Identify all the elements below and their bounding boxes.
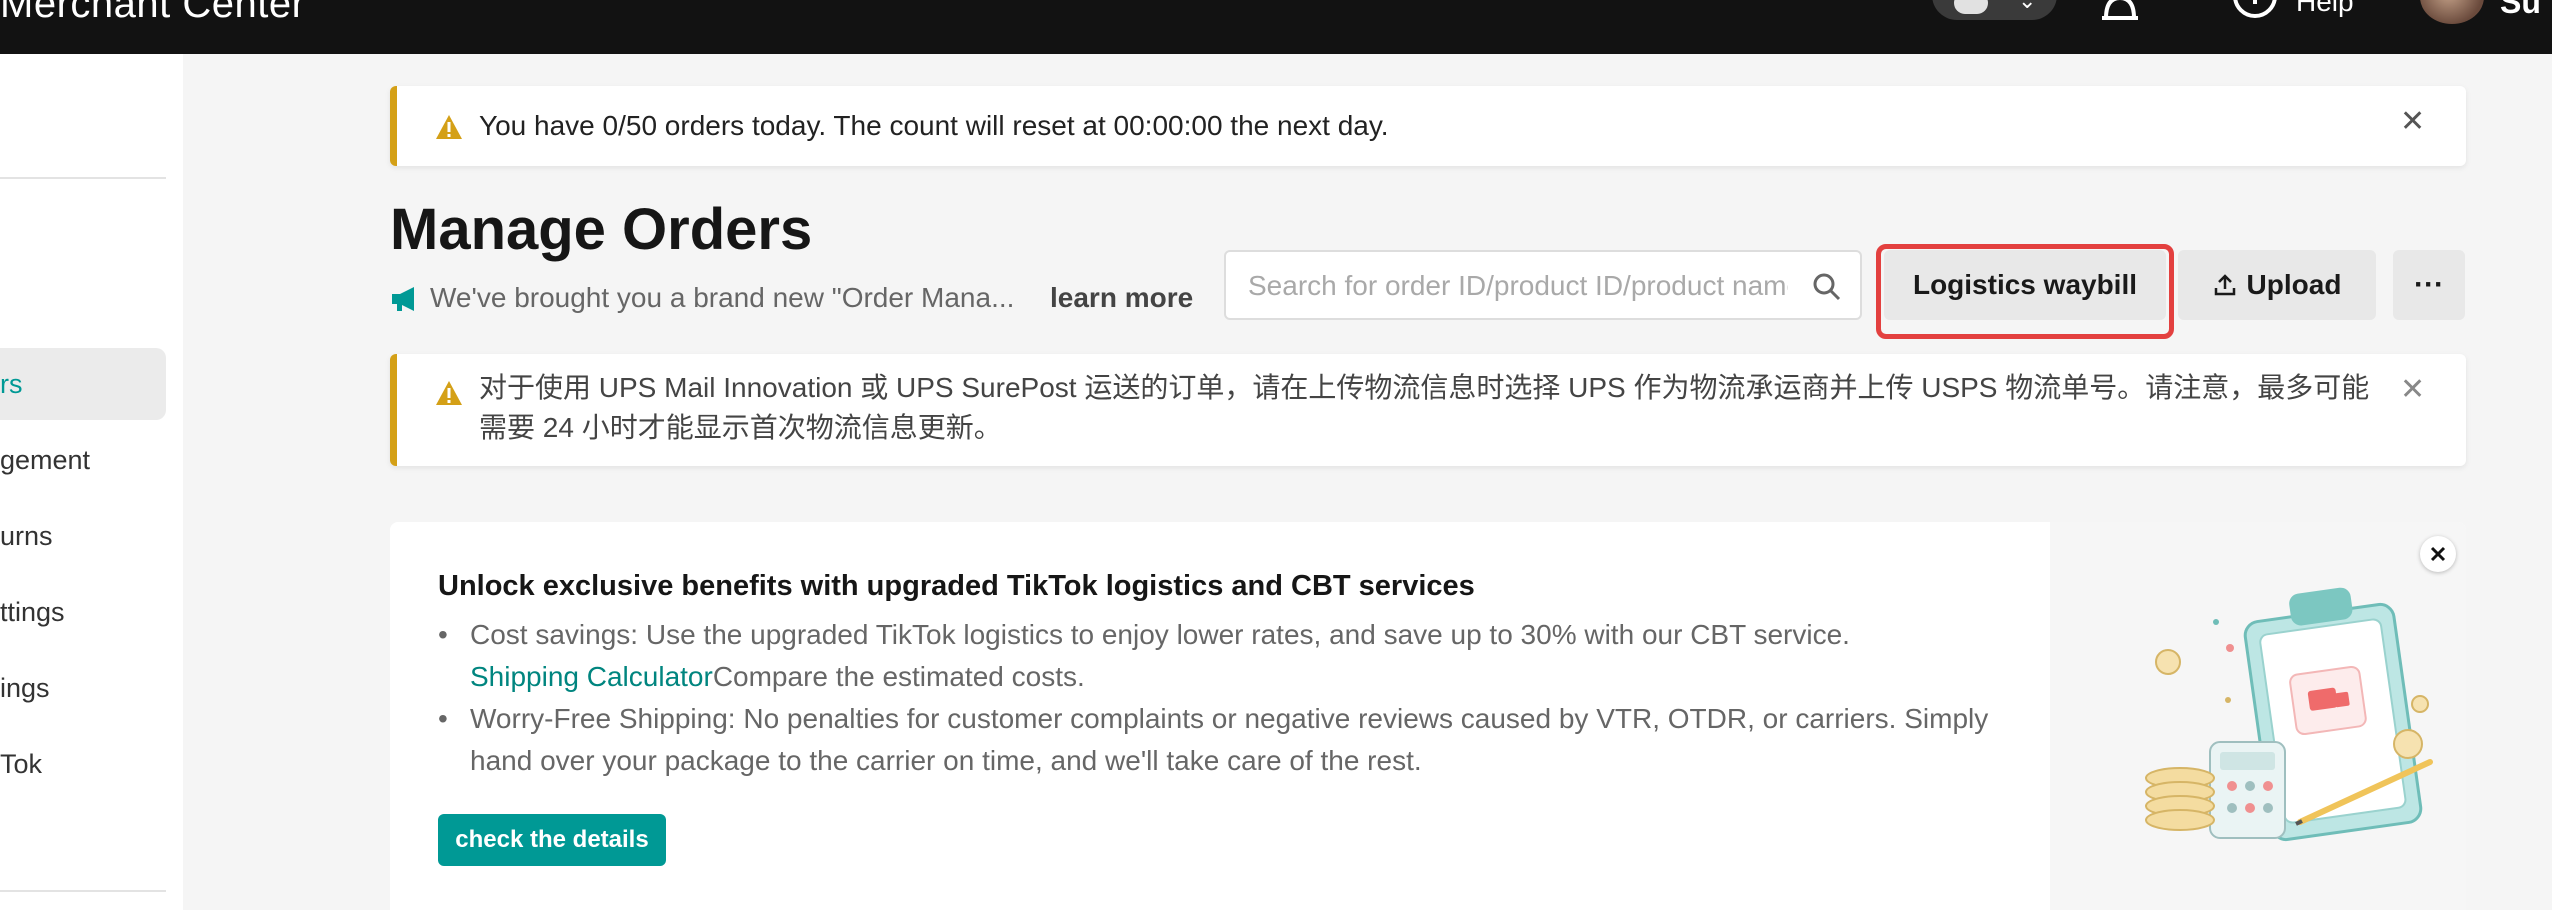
sidebar-item-label: Tok [0,749,43,779]
bullet-text: Cost savings: Use the upgraded TikTok lo… [470,614,2050,698]
sidebar-item-shipping-settings[interactable]: ings [0,652,166,724]
promo-title: Unlock exclusive benefits with upgraded … [438,570,1475,602]
ups-notice-line-1: 对于使用 UPS Mail Innovation 或 UPS SurePost … [479,372,2370,403]
chat-icon [1954,0,1988,14]
search-box[interactable] [1224,250,1862,320]
megaphone-icon [392,287,414,311]
avatar[interactable] [2420,0,2484,24]
top-navigation-bar: Merchant Center ⌄ Help Su [0,0,2552,54]
close-icon[interactable]: ✕ [2400,104,2425,139]
sidebar-item-returns[interactable]: urns [0,500,166,572]
sidebar-item-label: rs [0,369,23,399]
check-details-button[interactable]: check the details [438,814,666,866]
upload-label: Upload [2246,269,2342,300]
order-limit-message: You have 0/50 orders today. The count wi… [479,110,1389,141]
order-limit-banner: You have 0/50 orders today. The count wi… [390,86,2466,166]
page-title: Manage Orders [390,197,813,262]
cost-savings-text: Cost savings: Use the upgraded TikTok lo… [470,619,1850,650]
ups-notice-line-2: 需要 24 小时才能显示首次物流信息更新。 [479,412,1002,443]
bell-icon[interactable] [2096,0,2144,22]
worry-free-text: Worry-Free Shipping: No penalties for cu… [470,703,1989,776]
logistics-illustration [2050,522,2466,910]
compare-costs-text: Compare the estimated costs. [712,661,1085,692]
warning-icon [436,381,462,405]
sidebar: rs gement urns ttings ings Tok [0,54,183,910]
help-icon[interactable] [2232,0,2278,20]
logistics-waybill-button[interactable]: Logistics waybill [1884,250,2166,320]
sidebar-item-label: urns [0,521,53,551]
sidebar-item-management[interactable]: gement [0,424,166,496]
bullet-dot: • [438,619,448,650]
more-actions-button[interactable]: ··· [2393,250,2465,320]
search-input[interactable] [1248,266,1788,306]
sidebar-item-label: ttings [0,597,65,627]
username[interactable]: Su [2500,0,2541,21]
close-icon [2430,546,2446,562]
help-link[interactable]: Help [2296,0,2354,18]
promo-card: Unlock exclusive benefits with upgraded … [390,522,2466,910]
sidebar-item-label: ings [0,673,50,703]
close-icon[interactable]: ✕ [2400,372,2425,407]
ups-notice-banner: 对于使用 UPS Mail Innovation 或 UPS SurePost … [390,354,2466,466]
warning-icon [436,115,462,139]
announcement-text: We've brought you a brand new "Order Man… [430,282,1015,313]
clipboard-illustration [2145,587,2433,842]
search-icon[interactable] [1812,272,1842,302]
promo-close-button[interactable] [2420,536,2456,572]
bullet-dot: • [438,703,448,734]
sidebar-item-label: gement [0,445,91,475]
upload-icon [2214,274,2235,296]
brand-title: Merchant Center [0,0,306,26]
sidebar-item-tiktok[interactable]: Tok [0,728,166,800]
messages-button[interactable]: ⌄ [1932,0,2057,20]
sidebar-item-settings[interactable]: ttings [0,576,166,648]
sidebar-item-orders[interactable]: rs [0,348,166,420]
chevron-down-icon: ⌄ [2018,0,2037,13]
learn-more-link[interactable]: learn more [1050,282,1193,314]
sidebar-divider [0,177,166,179]
shipping-calculator-link[interactable]: Shipping Calculator [470,661,713,692]
upload-button[interactable]: Upload [2178,250,2376,320]
sidebar-divider [0,890,166,892]
